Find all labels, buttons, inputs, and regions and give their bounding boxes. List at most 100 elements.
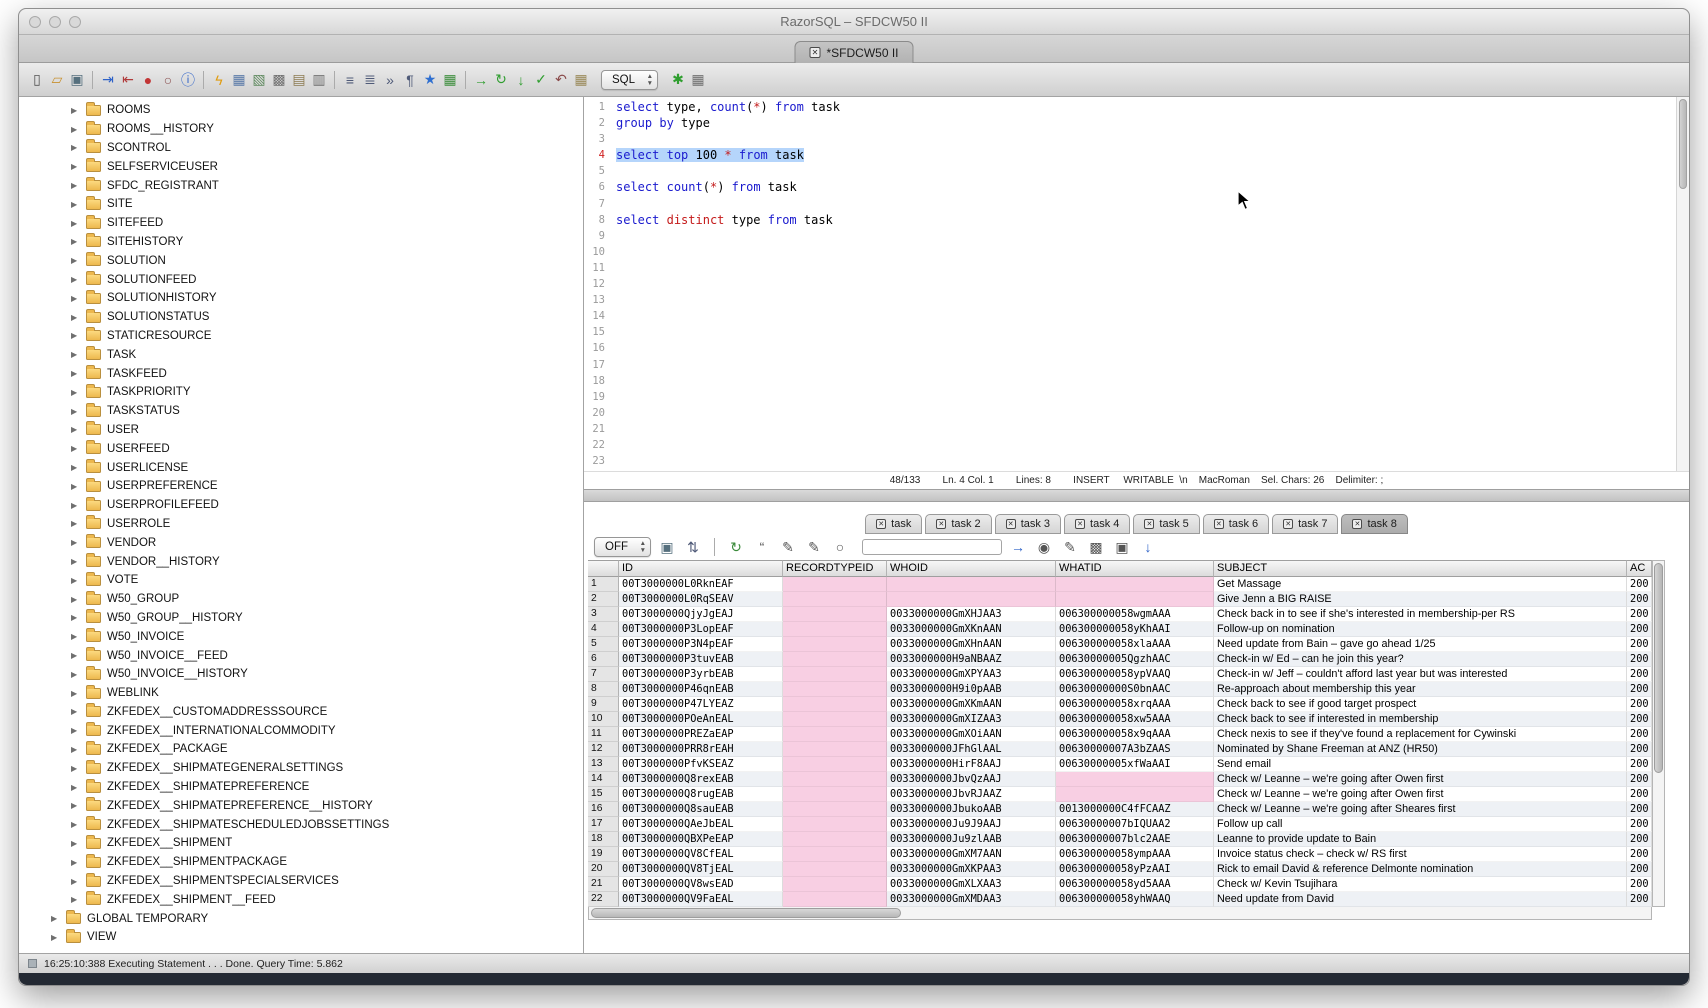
cell-recordtypeid[interactable] (783, 832, 887, 847)
cell-subject[interactable]: Need update from David (1214, 892, 1627, 907)
cell-recordtypeid[interactable] (783, 697, 887, 712)
expand-arrow-icon[interactable]: ▶ (71, 237, 80, 246)
expand-arrow-icon[interactable]: ▶ (71, 143, 80, 152)
tree-item-solutionhistory[interactable]: ▶SOLUTIONHISTORY (19, 289, 583, 308)
tree-item-zkfedex-shipmentpackage[interactable]: ▶ZKFEDEX__SHIPMENTPACKAGE (19, 853, 583, 872)
expand-arrow-icon[interactable]: ▶ (71, 576, 80, 585)
indent-icon[interactable]: » (380, 70, 400, 90)
cell-whatid[interactable]: 00630000007blc2AAE (1056, 832, 1214, 847)
close-tab-icon[interactable]: ✕ (1352, 519, 1362, 529)
tree-item-userrole[interactable]: ▶USERROLE (19, 515, 583, 534)
expand-arrow-icon[interactable]: ▶ (71, 162, 80, 171)
expand-arrow-icon[interactable]: ▶ (71, 651, 80, 660)
expand-arrow-icon[interactable]: ▶ (71, 595, 80, 604)
result-tab-task-5[interactable]: ✕task 5 (1133, 514, 1199, 534)
execute-icon[interactable]: ϟ (209, 70, 229, 90)
close-tab-icon[interactable]: ✕ (936, 519, 946, 529)
tree-item-w50-invoice[interactable]: ▶W50_INVOICE (19, 627, 583, 646)
expand-arrow-icon[interactable]: ▶ (71, 444, 80, 453)
cell-ac[interactable]: 200 (1627, 757, 1652, 772)
close-tab-icon[interactable]: ✕ (809, 47, 820, 58)
edit-prev-icon[interactable]: ✎ (778, 537, 798, 557)
cell-subject[interactable]: Re-approach about membership this year (1214, 682, 1627, 697)
row-number[interactable]: 6 (588, 652, 619, 667)
cell-whatid[interactable]: 006300000058yd5AAA (1056, 877, 1214, 892)
cell-whatid[interactable]: 006300000058x9qAAA (1056, 727, 1214, 742)
tree-item-zkfedex-internationalcommodity[interactable]: ▶ZKFEDEX__INTERNATIONALCOMMODITY (19, 721, 583, 740)
database-browser-tree[interactable]: ▶ROOMS▶ROOMS__HISTORY▶SCONTROL▶SELFSERVI… (19, 97, 584, 953)
search-input[interactable] (862, 539, 1002, 555)
cell-recordtypeid[interactable] (783, 577, 887, 592)
sql-editor[interactable]: 1234567891011121314151617181920212223 se… (584, 97, 1689, 471)
go-icon[interactable]: → (471, 70, 491, 90)
cell-whoid[interactable] (887, 577, 1056, 592)
info-icon[interactable]: ⓘ (178, 70, 198, 90)
row-number[interactable]: 4 (588, 622, 619, 637)
tree-item-staticresource[interactable]: ▶STATICRESOURCE (19, 327, 583, 346)
expand-arrow-icon[interactable]: ▶ (71, 707, 80, 716)
cell-subject[interactable]: Need update from Bain – gave go ahead 1/… (1214, 637, 1627, 652)
close-tab-icon[interactable]: ✕ (1283, 519, 1293, 529)
cell-subject[interactable]: Follow-up on nomination (1214, 622, 1627, 637)
cell-ac[interactable]: 200 (1627, 787, 1652, 802)
cell-id[interactable]: 00T3000000PREZaEAP (619, 727, 783, 742)
expand-arrow-icon[interactable]: ▶ (71, 125, 80, 134)
cell-whoid[interactable]: 0033000000JFhGlAAL (887, 742, 1056, 757)
close-tab-icon[interactable]: ✕ (1144, 519, 1154, 529)
row-number[interactable]: 15 (588, 787, 619, 802)
tree-item-taskfeed[interactable]: ▶TASKFEED (19, 364, 583, 383)
expand-arrow-icon[interactable]: ▶ (71, 801, 80, 810)
scrollbar-thumb[interactable] (591, 908, 901, 918)
row-number[interactable]: 1 (588, 577, 619, 592)
expand-arrow-icon[interactable]: ▶ (71, 501, 80, 510)
expand-arrow-icon[interactable]: ▶ (71, 407, 80, 416)
expand-arrow-icon[interactable]: ▶ (71, 670, 80, 679)
expand-arrow-icon[interactable]: ▶ (71, 877, 80, 886)
cell-whatid[interactable]: 006300000058yPzAAI (1056, 862, 1214, 877)
grid-horizontal-scrollbar[interactable] (588, 907, 1652, 920)
tree-item-taskpriority[interactable]: ▶TASKPRIORITY (19, 383, 583, 402)
cell-ac[interactable]: 200 (1627, 607, 1652, 622)
tree-item-site[interactable]: ▶SITE (19, 195, 583, 214)
expand-arrow-icon[interactable]: ▶ (51, 914, 60, 923)
expand-arrow-icon[interactable]: ▶ (71, 764, 80, 773)
row-number[interactable]: 21 (588, 877, 619, 892)
expand-arrow-icon[interactable]: ▶ (71, 482, 80, 491)
close-tab-icon[interactable]: ✕ (1006, 519, 1016, 529)
expand-arrow-icon[interactable]: ▶ (71, 895, 80, 904)
tree-item-taskstatus[interactable]: ▶TASKSTATUS (19, 402, 583, 421)
tree-item-rooms[interactable]: ▶ROOMS (19, 101, 583, 120)
minimize-button[interactable] (49, 16, 61, 28)
cell-recordtypeid[interactable] (783, 877, 887, 892)
cell-subject[interactable]: Check w/ Leanne – we're going after Owen… (1214, 787, 1627, 802)
cell-id[interactable]: 00T3000000QV8TjEAL (619, 862, 783, 877)
cell-ac[interactable]: 200 (1627, 682, 1652, 697)
cell-ac[interactable]: 200 (1627, 742, 1652, 757)
cell-whoid[interactable]: 0033000000GmXHnAAN (887, 637, 1056, 652)
cell-whatid[interactable]: 006300000058wgmAAA (1056, 607, 1214, 622)
tree-item-sitefeed[interactable]: ▶SITEFEED (19, 214, 583, 233)
cell-ac[interactable]: 200 (1627, 712, 1652, 727)
column-header-whoid[interactable]: WHOID (887, 560, 1056, 577)
cell-whatid[interactable]: 006300000058xw5AAA (1056, 712, 1214, 727)
result-tab-task-7[interactable]: ✕task 7 (1272, 514, 1338, 534)
quotes-icon[interactable]: “ (752, 537, 772, 557)
tree-item-selfserviceuser[interactable]: ▶SELFSERVICEUSER (19, 157, 583, 176)
row-number[interactable]: 12 (588, 742, 619, 757)
tree-item-w50-group[interactable]: ▶W50_GROUP (19, 590, 583, 609)
row-number[interactable]: 14 (588, 772, 619, 787)
expand-arrow-icon[interactable]: ▶ (71, 181, 80, 190)
row-number[interactable]: 10 (588, 712, 619, 727)
expand-arrow-icon[interactable]: ▶ (51, 933, 60, 942)
cell-ac[interactable]: 200 (1627, 577, 1652, 592)
fetch-down-icon[interactable]: ↓ (511, 70, 531, 90)
cell-whoid[interactable]: 0033000000GmXKPAA3 (887, 862, 1056, 877)
tree-item-userlicense[interactable]: ▶USERLICENSE (19, 458, 583, 477)
cell-id[interactable]: 00T3000000Q8sauEAB (619, 802, 783, 817)
format-sql-icon[interactable]: ¶ (400, 70, 420, 90)
tree-item-zkfedex-shipmategeneralsettings[interactable]: ▶ZKFEDEX__SHIPMATEGENERALSETTINGS (19, 759, 583, 778)
cell-whatid[interactable]: 006300000058ypVAAQ (1056, 667, 1214, 682)
expand-arrow-icon[interactable]: ▶ (71, 745, 80, 754)
cell-whatid[interactable]: 00630000005QgzhAAC (1056, 652, 1214, 667)
cell-recordtypeid[interactable] (783, 742, 887, 757)
